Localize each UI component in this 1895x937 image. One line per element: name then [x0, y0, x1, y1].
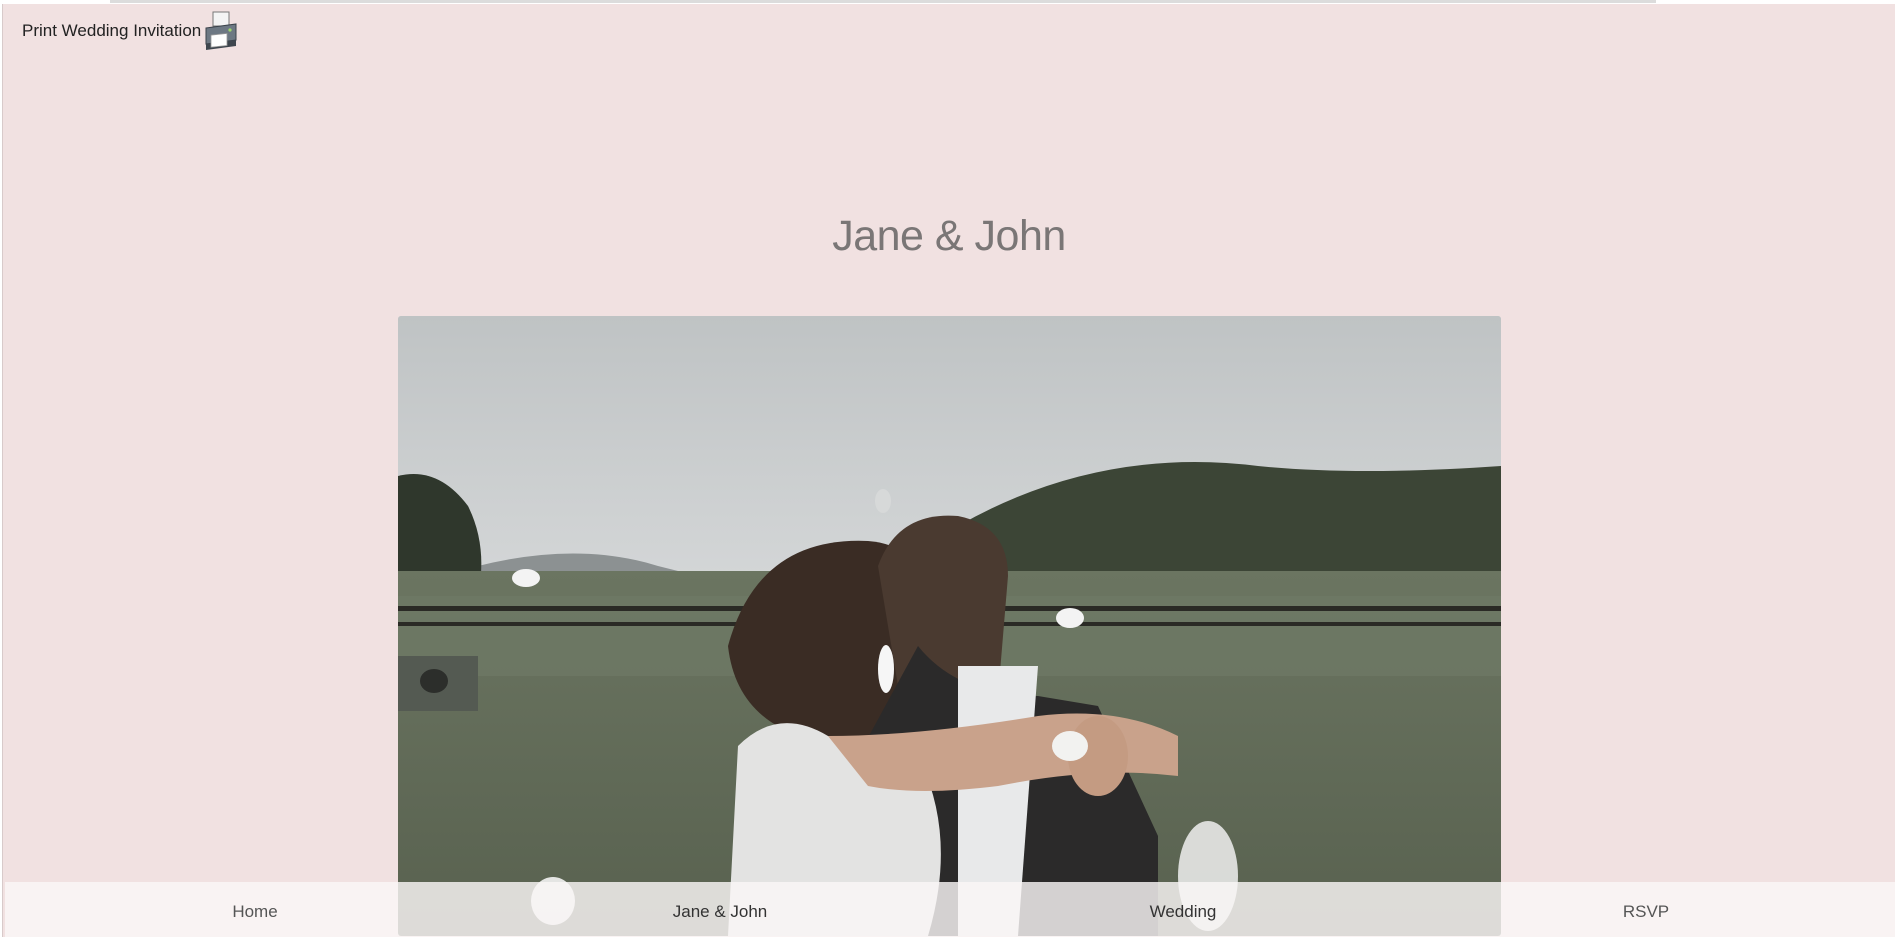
couple-photo [398, 316, 1501, 936]
page-title: Jane & John [832, 212, 1066, 260]
invitation-page: Print Wedding Invitation Jane & John Hom… [2, 4, 1895, 937]
browser-top-edge [110, 0, 1656, 3]
nav-home[interactable]: Home [232, 882, 277, 937]
print-invitation-label: Print Wedding Invitation [22, 21, 202, 40]
nav-jane-john[interactable]: Jane & John [673, 882, 768, 937]
nav-wedding[interactable]: Wedding [1150, 882, 1217, 937]
nav-rsvp[interactable]: RSVP [1623, 882, 1669, 937]
bottom-navigation: Home Jane & John Wedding RSVP [5, 882, 1895, 937]
printer-icon[interactable] [203, 10, 239, 52]
print-invitation-link[interactable]: Print Wedding Invitation [22, 10, 239, 52]
